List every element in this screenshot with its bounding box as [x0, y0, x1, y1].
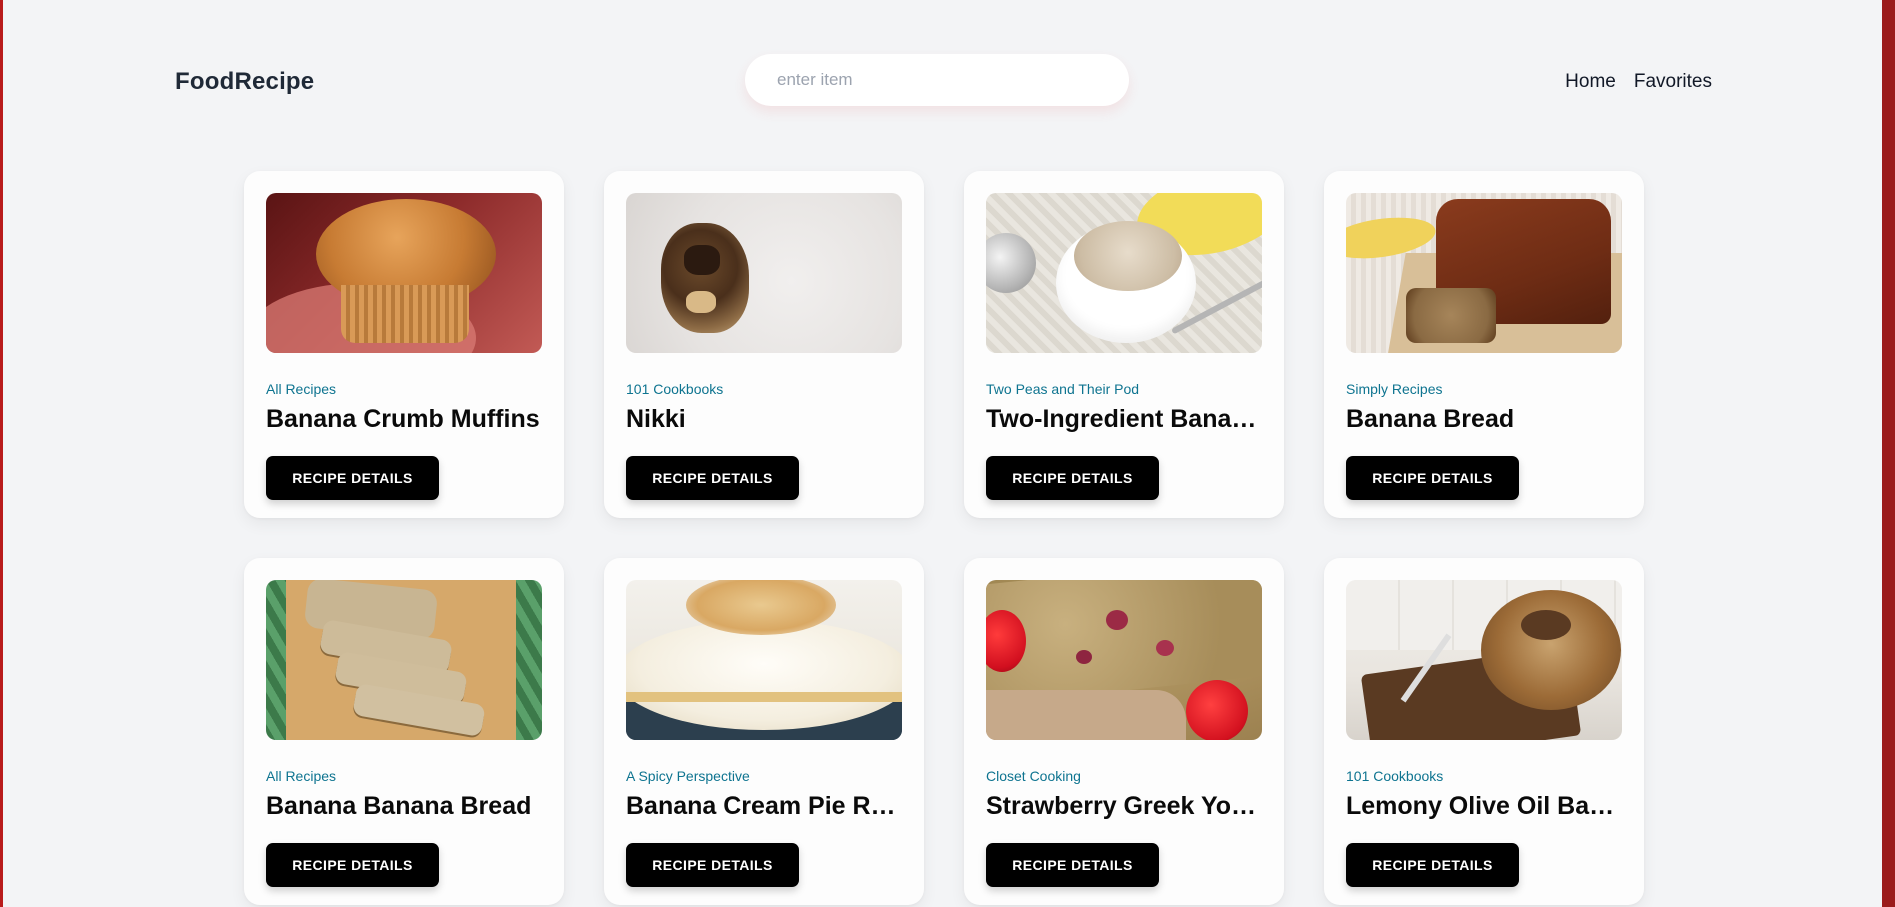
recipe-details-button[interactable]: RECIPE DETAILS: [1346, 456, 1519, 500]
recipe-card: 101 Cookbooks Lemony Olive Oil Ban... RE…: [1324, 558, 1644, 905]
recipe-image[interactable]: [986, 580, 1262, 740]
recipe-details-button[interactable]: RECIPE DETAILS: [626, 843, 799, 887]
recipe-card: All Recipes Banana Banana Bread RECIPE D…: [244, 558, 564, 905]
recipe-image[interactable]: [1346, 193, 1622, 353]
recipe-publisher: All Recipes: [266, 768, 337, 784]
recipe-title: Nikki: [626, 405, 686, 433]
recipe-card: A Spicy Perspective Banana Cream Pie Rec…: [604, 558, 924, 905]
recipe-title: Banana Bread: [1346, 405, 1515, 433]
recipe-image[interactable]: [986, 193, 1262, 353]
recipe-image[interactable]: [626, 193, 902, 353]
recipe-details-button[interactable]: RECIPE DETAILS: [626, 456, 799, 500]
recipe-details-button[interactable]: RECIPE DETAILS: [986, 843, 1159, 887]
recipe-title: Banana Banana Bread: [266, 792, 532, 820]
search-input[interactable]: [745, 54, 1129, 106]
recipe-image[interactable]: [626, 580, 902, 740]
recipe-image[interactable]: [266, 580, 542, 740]
nav-links: Home Favorites: [1565, 71, 1712, 93]
recipe-publisher: Closet Cooking: [986, 768, 1081, 784]
recipe-image[interactable]: [266, 193, 542, 353]
recipe-details-button[interactable]: RECIPE DETAILS: [266, 843, 439, 887]
recipe-publisher: A Spicy Perspective: [626, 768, 750, 784]
brand-logo[interactable]: FoodRecipe: [175, 68, 314, 96]
nav-link-home[interactable]: Home: [1565, 71, 1616, 93]
recipe-title: Lemony Olive Oil Ban...: [1346, 792, 1622, 820]
recipe-card: Closet Cooking Strawberry Greek Yog... R…: [964, 558, 1284, 905]
recipe-card: All Recipes Banana Crumb Muffins RECIPE …: [244, 171, 564, 518]
recipe-card: 101 Cookbooks Nikki RECIPE DETAILS: [604, 171, 924, 518]
recipe-details-button[interactable]: RECIPE DETAILS: [986, 456, 1159, 500]
window-edge-left: [0, 0, 3, 907]
recipe-title: Banana Cream Pie Rec...: [626, 792, 902, 820]
recipe-publisher: All Recipes: [266, 381, 337, 397]
recipe-title: Two-Ingredient Banan...: [986, 405, 1262, 433]
recipe-card: Two Peas and Their Pod Two-Ingredient Ba…: [964, 171, 1284, 518]
recipe-grid: All Recipes Banana Crumb Muffins RECIPE …: [244, 171, 1644, 905]
window-edge-right: [1882, 0, 1895, 907]
navbar: FoodRecipe Home Favorites: [175, 54, 1712, 110]
recipe-publisher: 101 Cookbooks: [626, 381, 724, 397]
recipe-image[interactable]: [1346, 580, 1622, 740]
recipe-details-button[interactable]: RECIPE DETAILS: [1346, 843, 1519, 887]
recipe-publisher: Simply Recipes: [1346, 381, 1443, 397]
recipe-publisher: Two Peas and Their Pod: [986, 381, 1140, 397]
recipe-title: Banana Crumb Muffins: [266, 405, 540, 433]
recipe-details-button[interactable]: RECIPE DETAILS: [266, 456, 439, 500]
recipe-title: Strawberry Greek Yog...: [986, 792, 1262, 820]
recipe-card: Simply Recipes Banana Bread RECIPE DETAI…: [1324, 171, 1644, 518]
recipe-publisher: 101 Cookbooks: [1346, 768, 1444, 784]
nav-link-favorites[interactable]: Favorites: [1634, 71, 1712, 93]
